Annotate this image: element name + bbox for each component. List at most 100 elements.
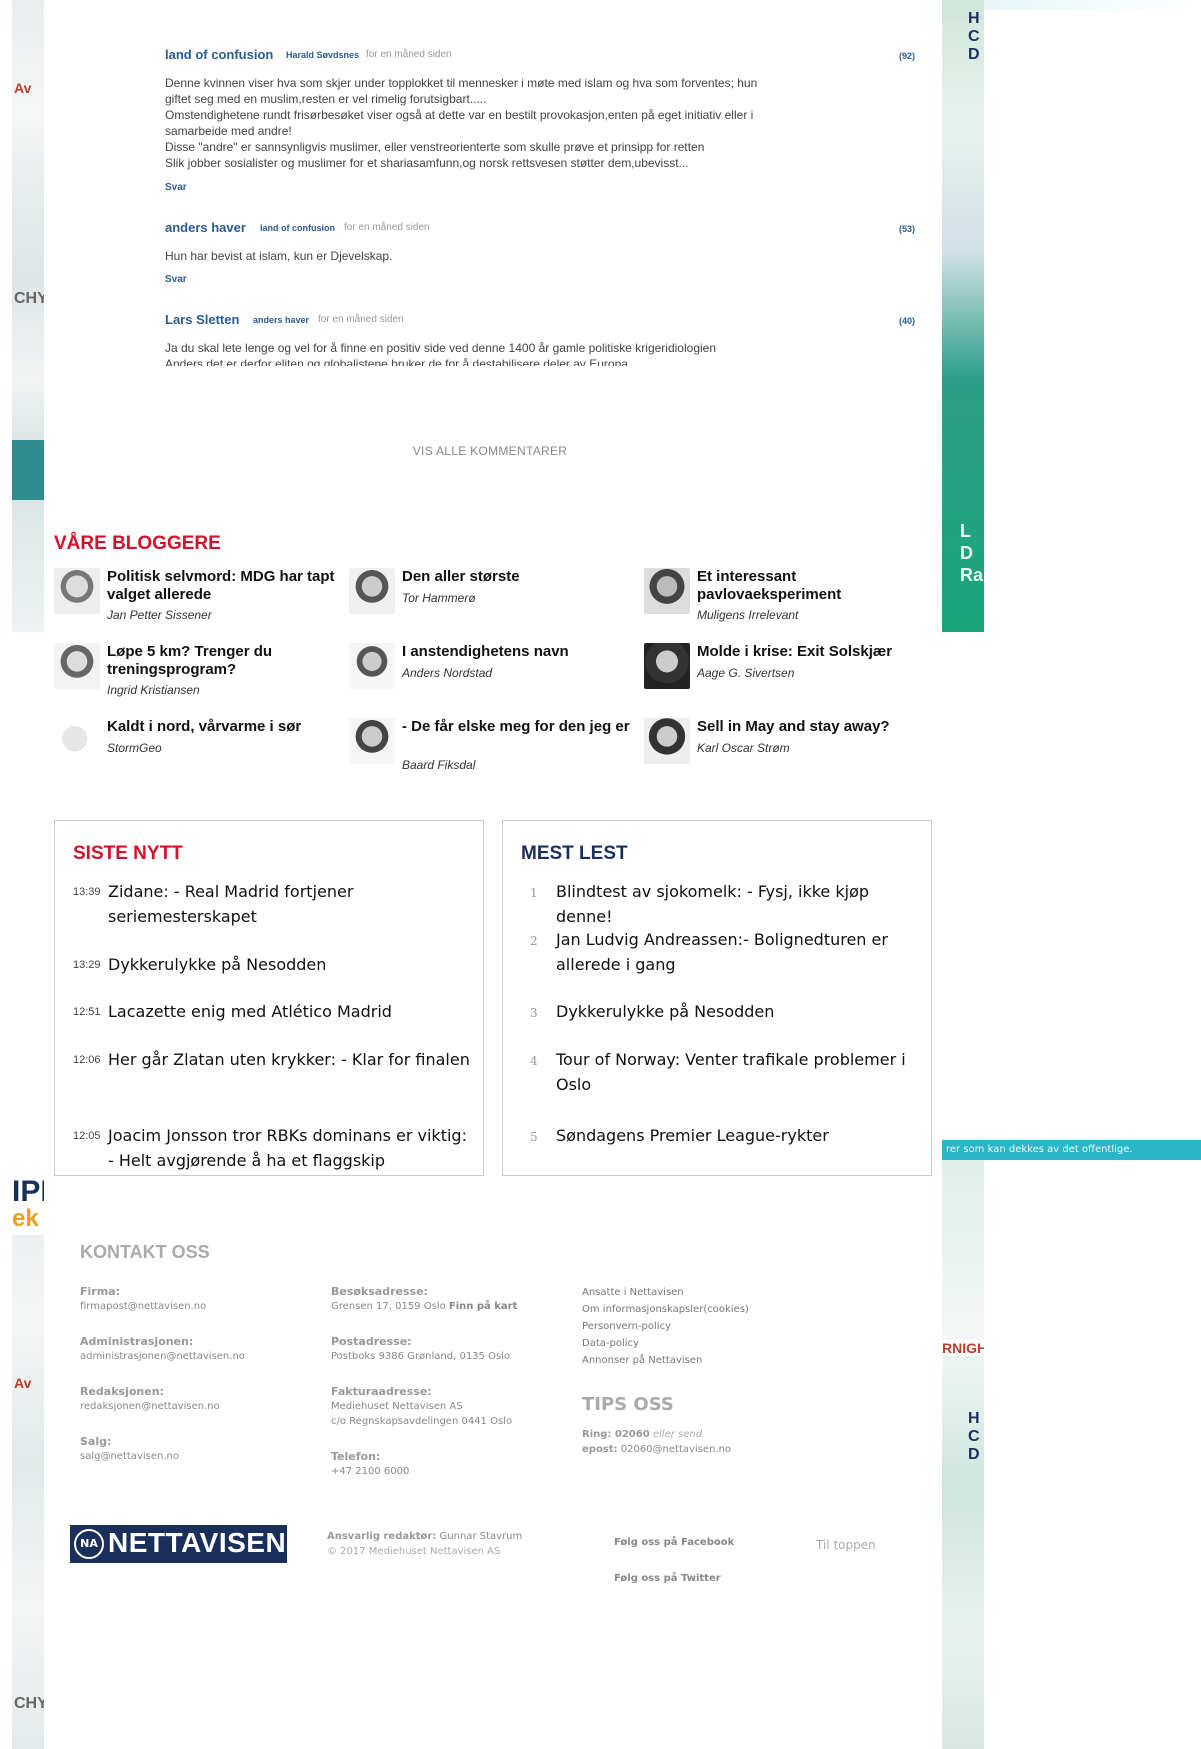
blog-headline[interactable]: Molde i krise: Exit Solskjær: [697, 643, 927, 661]
contact-title: KONTAKT OSS: [80, 1242, 210, 1262]
contact-email[interactable]: administrasjonen@nettavisen.no: [80, 1349, 245, 1364]
contact-email[interactable]: firmapost@nettavisen.no: [80, 1299, 206, 1314]
blogger-avatar: [54, 643, 100, 689]
contact-label: Salg:: [80, 1435, 112, 1448]
blogger-avatar: [349, 568, 395, 614]
tips-suffix: eller send: [652, 1429, 703, 1440]
most-read-box: MEST LEST 1 Blindtest av sjokomelk: - Fy…: [502, 820, 932, 1176]
address-label: Postadresse:: [331, 1335, 412, 1348]
tips-email-value[interactable]: 02060@nettavisen.no: [621, 1444, 731, 1455]
most-read-link[interactable]: Dykkerulykke på Nesodden: [556, 999, 926, 1024]
blog-headline[interactable]: Sell in May and stay away?: [697, 718, 927, 736]
blogger-avatar: [644, 718, 690, 764]
left-ad[interactable]: Av CHY: [12, 0, 44, 632]
logo-badge: NA: [74, 1529, 104, 1559]
comment-body: Denne kvinnen viser hva som skjer under …: [165, 75, 805, 171]
news-link[interactable]: Joacim Jonsson tror RBKs dominans er vik…: [108, 1123, 473, 1173]
nettavisen-logo[interactable]: NA NETTAVISEN: [70, 1525, 287, 1563]
address-value: Grensen 17, 0159 Oslo Finn på kart: [331, 1299, 517, 1314]
bloggers-title: VÅRE BLOGGERE: [54, 533, 221, 554]
blog-author: Anders Nordstad: [402, 666, 493, 680]
news-link[interactable]: Zidane: - Real Madrid fortjener seriemes…: [108, 879, 473, 929]
news-link[interactable]: Her går Zlatan uten krykker: - Klar for …: [108, 1047, 473, 1072]
comment-count[interactable]: (40): [899, 316, 915, 326]
news-time: 12:51: [73, 1006, 101, 1018]
editor-label: Ansvarlig redaktør:: [327, 1531, 437, 1542]
blog-author: Ingrid Kristiansen: [107, 683, 200, 697]
tips-email: epost: 02060@nettavisen.no: [582, 1442, 731, 1457]
contact-label: Administrasjonen:: [80, 1335, 194, 1348]
to-top-link[interactable]: Til toppen: [816, 1538, 876, 1552]
comment-author[interactable]: land of confusion: [165, 47, 273, 62]
ad-banner-text[interactable]: rer som kan dekkes av det offentlige.: [942, 1140, 1201, 1160]
show-all-comments-button[interactable]: VIS ALLE KOMMENTARER: [0, 444, 980, 458]
most-read-link[interactable]: Blindtest av sjokomelk: - Fysj, ikke kjø…: [556, 879, 926, 929]
copyright: © 2017 Mediehuset Nettavisen AS: [327, 1546, 501, 1557]
blog-headline[interactable]: Et interessant pavlovaeksperiment: [697, 568, 927, 604]
right-ad-top: [984, 0, 1201, 10]
blog-author: Jan Petter Sissener: [107, 608, 212, 622]
rank-number: 3: [530, 1006, 538, 1020]
contact-email[interactable]: salg@nettavisen.no: [80, 1449, 179, 1464]
reply-button[interactable]: Svar: [165, 274, 187, 285]
blog-headline[interactable]: Kaldt i nord, vårvarme i sør: [107, 718, 337, 736]
blog-headline[interactable]: Politisk selvmord: MDG har tapt valget a…: [107, 568, 337, 604]
blog-headline[interactable]: - De får elske meg for den jeg er: [402, 718, 632, 736]
comment-author[interactable]: Lars Sletten: [165, 312, 239, 327]
news-link[interactable]: Lacazette enig med Atlético Madrid: [108, 999, 473, 1024]
contact-email[interactable]: redaksjonen@nettavisen.no: [80, 1399, 220, 1414]
blog-author: Aage G. Sivertsen: [697, 666, 795, 680]
rank-number: 1: [530, 886, 538, 900]
right-ad[interactable]: HCD L D Ra: [942, 0, 984, 632]
facebook-link[interactable]: Følg oss på Facebook: [614, 1537, 734, 1548]
stormgeo-logo-icon: [54, 718, 100, 764]
left-ad-lower[interactable]: Av CHY: [12, 1175, 44, 1749]
blogger-avatar: [644, 643, 690, 689]
visit-address: Grensen 17, 0159 Oslo: [331, 1301, 446, 1312]
blog-headline[interactable]: I anstendighetens navn: [402, 643, 632, 661]
footer-link[interactable]: Om informasjonskapsler(cookies): [582, 1304, 749, 1315]
comment: Lars Sletten anders haver for en måned s…: [165, 312, 915, 366]
comment: anders haver land of confusion for en må…: [165, 220, 915, 290]
blog-author: Muligens Irrelevant: [697, 608, 799, 622]
comment-time: for en måned siden: [318, 314, 404, 325]
comment-count[interactable]: (53): [899, 224, 915, 234]
tips-email-label: epost:: [582, 1444, 618, 1455]
comment-line: samarbeide med andre!: [165, 124, 292, 138]
most-read-link[interactable]: Tour of Norway: Venter trafikale problem…: [556, 1047, 926, 1097]
phone-number[interactable]: +47 2100 6000: [331, 1464, 409, 1479]
most-read-link[interactable]: Søndagens Premier League-rykter: [556, 1123, 926, 1148]
comment-reply-to[interactable]: Harald Søvdsnes: [286, 50, 359, 60]
address-label: Telefon:: [331, 1450, 381, 1463]
footer-link[interactable]: Annonser på Nettavisen: [582, 1355, 702, 1366]
tips-title: TIPS OSS: [582, 1394, 674, 1415]
blog-headline[interactable]: Den aller største: [402, 568, 632, 586]
blog-author: StormGeo: [107, 741, 162, 755]
contact-label: Redaksjonen:: [80, 1385, 164, 1398]
address-label: Besøksadresse:: [331, 1285, 428, 1298]
reply-button[interactable]: Svar: [165, 182, 187, 193]
map-link[interactable]: Finn på kart: [449, 1301, 517, 1312]
news-time: 13:29: [73, 959, 101, 971]
comment-time: for en måned siden: [366, 49, 452, 60]
news-link[interactable]: Dykkerulykke på Nesodden: [108, 952, 473, 977]
footer-link[interactable]: Ansatte i Nettavisen: [582, 1287, 684, 1298]
right-ad-lower[interactable]: RNIGHT HCD: [942, 1160, 984, 1749]
blog-headline[interactable]: Løpe 5 km? Trenger du treningsprogram?: [107, 643, 337, 679]
comment-line: Disse "andre" er sannsynligvis muslimer,…: [165, 140, 705, 154]
tips-ring[interactable]: Ring: 02060: [582, 1429, 650, 1440]
news-time: 12:06: [73, 1054, 101, 1066]
rank-number: 4: [530, 1054, 538, 1068]
most-read-link[interactable]: Jan Ludvig Andreassen:- Bolignedturen er…: [556, 927, 926, 977]
footer-link[interactable]: Personvern-policy: [582, 1321, 671, 1332]
comment-reply-to[interactable]: land of confusion: [260, 223, 335, 233]
comment-author[interactable]: anders haver: [165, 220, 246, 235]
blog-author: Tor Hammerø: [402, 591, 476, 605]
comment-reply-to[interactable]: anders haver: [253, 315, 309, 325]
footer-link[interactable]: Data-policy: [582, 1338, 639, 1349]
comment-count[interactable]: (92): [899, 51, 915, 61]
comment-line: Omstendighetene rundt frisørbesøket vise…: [165, 108, 754, 122]
most-read-title: MEST LEST: [521, 843, 628, 864]
comment-line: Hun har bevist at islam, kun er Djevelsk…: [165, 249, 393, 263]
twitter-link[interactable]: Følg oss på Twitter: [614, 1573, 721, 1584]
